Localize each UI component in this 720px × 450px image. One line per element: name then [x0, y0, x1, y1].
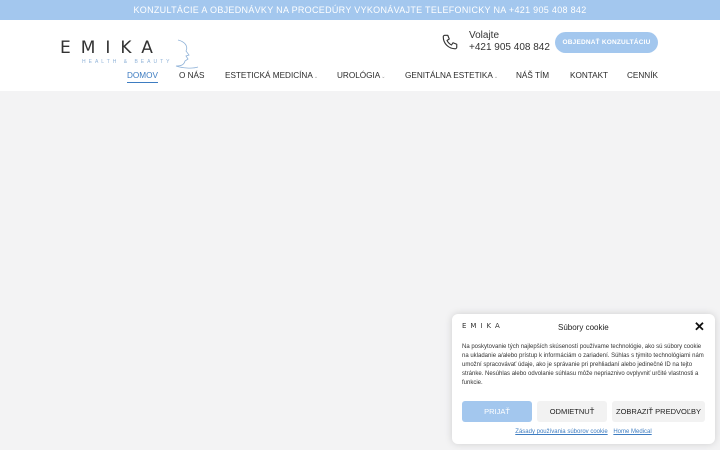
cookie-logo: EMIKA: [462, 322, 504, 330]
nav-item-pricing[interactable]: CENNÍK: [627, 71, 658, 80]
deny-button[interactable]: ODMIETNUŤ: [537, 401, 607, 422]
chevron-down-icon: ⌄: [381, 74, 386, 80]
nav-item-about[interactable]: O NÁS: [179, 71, 204, 80]
main-navigation: DOMOV O NÁS ESTETICKÁ MEDICÍNA⌄ UROLÓGIA…: [0, 71, 720, 85]
logo-wordmark: EMIKA: [60, 38, 163, 58]
announcement-bar: KONZULTÁCIE A OBJEDNÁVKY NA PROCEDÚRY VY…: [0, 0, 720, 20]
nav-item-urology[interactable]: UROLÓGIA⌄: [337, 71, 385, 80]
logo-tagline: HEALTH & BEAUTY: [82, 59, 173, 65]
nav-item-aesthetic-medicine[interactable]: ESTETICKÁ MEDICÍNA⌄: [225, 71, 318, 80]
nav-item-contact[interactable]: KONTAKT: [570, 71, 608, 80]
nav-item-genital-aesthetics-label: GENITÁLNA ESTETIKA: [405, 71, 493, 80]
phone-number[interactable]: +421 905 408 842: [469, 42, 550, 53]
call-block[interactable]: Volajte +421 905 408 842: [441, 30, 551, 56]
nav-item-genital-aesthetics[interactable]: GENITÁLNA ESTETIKA⌄: [405, 71, 498, 80]
cookie-consent-dialog: EMIKA Súbory cookie ✕ Na poskytovanie tý…: [452, 314, 715, 444]
chevron-down-icon: ⌄: [313, 74, 319, 80]
cookie-description: Na poskytovanie tých najlepších skúsenos…: [462, 344, 704, 386]
close-icon[interactable]: ✕: [694, 320, 705, 334]
chevron-down-icon: ⌄: [493, 74, 499, 80]
cookie-policy-link[interactable]: Zásady používania súborov cookie: [515, 429, 607, 435]
home-medical-link[interactable]: Home Medical: [613, 429, 651, 435]
nav-item-home[interactable]: DOMOV: [127, 71, 158, 83]
preferences-button[interactable]: ZOBRAZIŤ PREDVOĽBY: [612, 401, 705, 422]
book-consultation-button[interactable]: OBJEDNAŤ KONZULTÁCIU: [555, 32, 658, 53]
nav-item-urology-label: UROLÓGIA: [337, 71, 381, 80]
site-header: EMIKA HEALTH & BEAUTY Volajte +421 905 4…: [0, 20, 720, 91]
nav-item-aesthetic-medicine-label: ESTETICKÁ MEDICÍNA: [225, 71, 313, 80]
nav-item-team[interactable]: NÁŠ TÍM: [516, 71, 549, 80]
face-profile-icon: [175, 39, 199, 69]
phone-icon: [442, 34, 458, 50]
cookie-title: Súbory cookie: [558, 323, 609, 332]
cookie-links: Zásady používania súborov cookie Home Me…: [452, 429, 715, 435]
accept-button[interactable]: PRIJAŤ: [462, 401, 532, 422]
site-logo[interactable]: EMIKA HEALTH & BEAUTY: [60, 38, 205, 70]
call-label: Volajte: [469, 30, 500, 41]
